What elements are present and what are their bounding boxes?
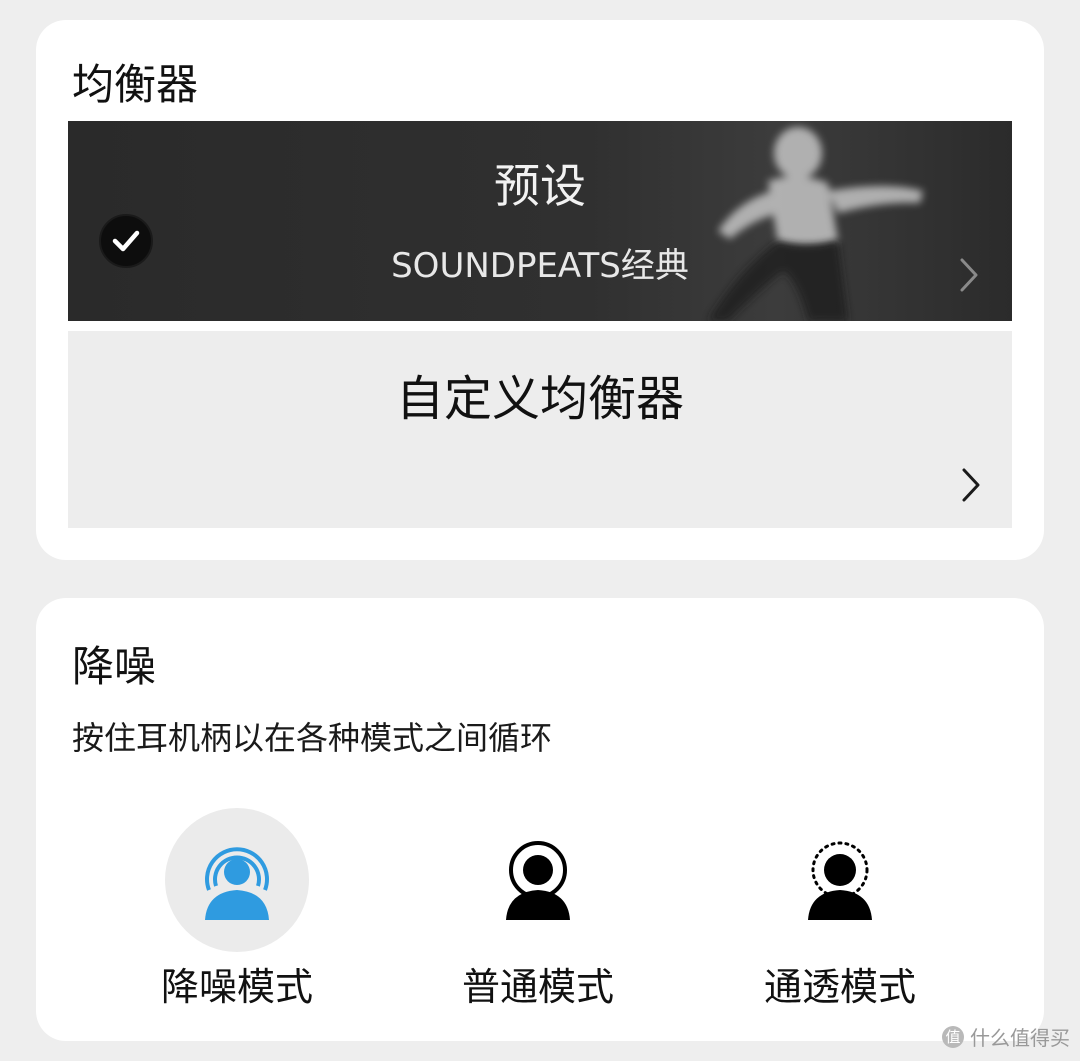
- mode-normal[interactable]: 普通模式: [418, 808, 658, 1008]
- normal-mode-icon: [466, 808, 610, 952]
- transparency-icon: [768, 808, 912, 952]
- noise-control-card: 降噪 按住耳机柄以在各种模式之间循环 降噪模式 普通模式 通透模式: [36, 598, 1044, 1041]
- noise-control-title: 降噪: [72, 642, 157, 691]
- custom-equalizer-title: 自定义均衡器: [395, 371, 684, 427]
- chevron-right-icon: [960, 258, 978, 292]
- equalizer-card: 均衡器 预设 SOUNDPEATS经典 自定义均衡器: [36, 20, 1044, 560]
- chevron-right-icon: [962, 468, 980, 502]
- mode-transparency[interactable]: 通透模式: [720, 808, 960, 1008]
- preset-title: 预设: [494, 159, 586, 213]
- noise-control-hint: 按住耳机柄以在各种模式之间循环: [72, 719, 553, 757]
- custom-equalizer-row[interactable]: 自定义均衡器: [68, 331, 1012, 528]
- mode-noise-cancelling[interactable]: 降噪模式: [117, 808, 357, 1008]
- preset-equalizer-row[interactable]: 预设 SOUNDPEATS经典: [68, 121, 1012, 321]
- equalizer-title: 均衡器: [72, 60, 199, 109]
- watermark: 值 什么值得买: [942, 1022, 1070, 1051]
- noise-cancel-icon: [165, 808, 309, 952]
- watermark-text: 什么值得买: [970, 1026, 1070, 1050]
- preset-subtitle: SOUNDPEATS经典: [391, 246, 689, 286]
- mode-label: 普通模式: [461, 965, 614, 1009]
- watermark-logo-icon: 值: [942, 1025, 964, 1048]
- mode-label: 降噪模式: [160, 965, 313, 1009]
- mode-label: 通透模式: [763, 965, 916, 1009]
